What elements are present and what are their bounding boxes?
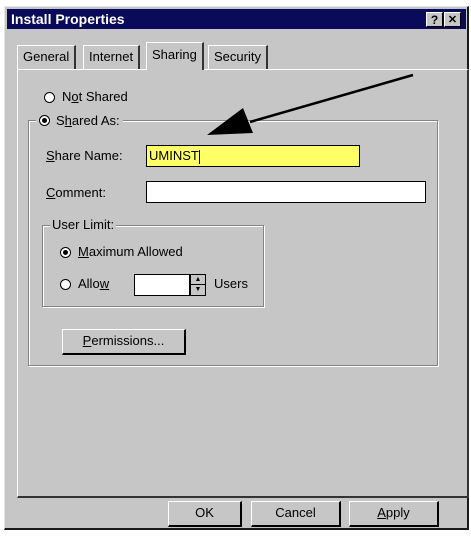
annotation-arrow-icon <box>207 73 414 135</box>
tab-sharing-label: Sharing <box>152 47 197 62</box>
tab-sharing[interactable]: Sharing <box>146 42 204 70</box>
